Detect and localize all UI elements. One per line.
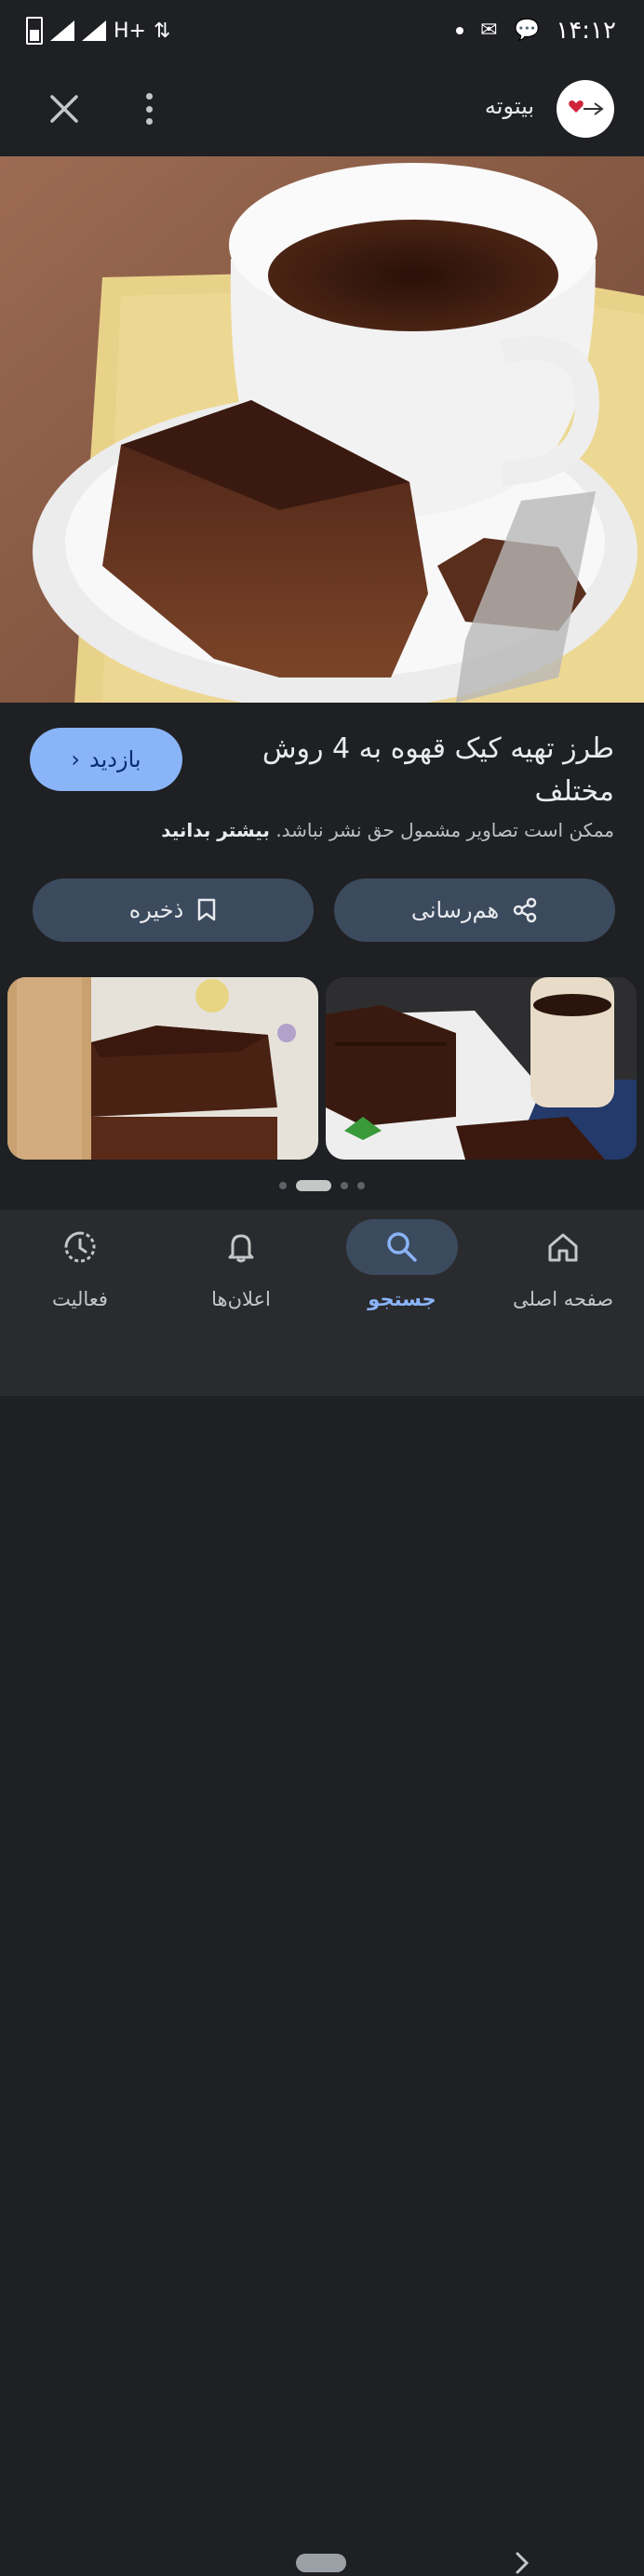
home-icon: [507, 1219, 619, 1275]
status-bar: H+ ⇅ ✉ 💬 ۱۴:۱۲: [0, 0, 644, 63]
page-dot: [341, 1182, 348, 1189]
page-dot: [279, 1182, 287, 1189]
save-button[interactable]: ذخیره: [33, 879, 314, 942]
more-options-icon[interactable]: [138, 89, 160, 128]
copyright-notice: ممکن است تصاویر مشمول حق نشر نباشد. بیشت…: [19, 819, 614, 841]
chat-icon: 💬: [514, 19, 540, 42]
nav-search[interactable]: جستجو: [332, 1219, 472, 1310]
notification-dot-icon: [456, 26, 464, 34]
save-label: ذخیره: [128, 897, 184, 923]
visit-button[interactable]: بازدید ‹: [30, 728, 182, 791]
brownie-photo: [7, 977, 318, 1160]
status-time: ۱۴:۱۲: [556, 17, 616, 45]
viewer-header: بیتوته: [0, 63, 644, 156]
signal-icon: [50, 20, 74, 41]
bell-icon: [185, 1219, 297, 1275]
page-dot: [357, 1182, 365, 1189]
page-indicator: [0, 1180, 644, 1191]
share-button[interactable]: هم‌رسانی: [334, 879, 615, 942]
coffee-cake-photo: [0, 156, 644, 703]
nav-activity-label: فعالیت: [52, 1288, 108, 1310]
nav-activity[interactable]: فعالیت: [10, 1219, 150, 1310]
search-icon: [346, 1219, 458, 1275]
nav-home[interactable]: صفحه اصلی: [493, 1219, 633, 1310]
share-icon: [513, 897, 537, 923]
data-arrows-icon: ⇅: [153, 19, 171, 43]
main-image[interactable]: [0, 156, 644, 703]
chevron-left-icon: ‹: [71, 746, 81, 772]
history-icon: [24, 1219, 136, 1275]
status-right-icons: ✉ 💬: [456, 19, 540, 42]
nav-home-label: صفحه اصلی: [512, 1288, 614, 1310]
chevron-right-icon[interactable]: [510, 2550, 532, 2576]
page-dot-active: [296, 1180, 331, 1191]
signal-icon-2: [82, 20, 106, 41]
nav-notifications-label: اعلان‌ها: [211, 1288, 271, 1310]
copyright-text: ممکن است تصاویر مشمول حق نشر نباشد.: [275, 819, 614, 841]
nav-search-label: جستجو: [368, 1288, 436, 1310]
bottom-navigation: صفحه اصلی جستجو اعلان‌ها فعالیت: [0, 1210, 644, 2574]
home-gesture-bar[interactable]: [296, 2554, 346, 2572]
learn-more-link[interactable]: بیشتر بدانید: [161, 819, 270, 841]
related-image-1[interactable]: [7, 977, 318, 1160]
heart-logo-icon: [569, 100, 604, 115]
share-label: هم‌رسانی: [410, 897, 500, 923]
visit-label: بازدید: [89, 746, 141, 772]
network-type: H+: [114, 19, 146, 43]
close-icon[interactable]: [45, 89, 84, 128]
status-left-icons: H+ ⇅: [26, 17, 170, 45]
site-logo[interactable]: [557, 80, 614, 138]
battery-icon: [26, 17, 43, 45]
related-image-2[interactable]: [326, 977, 637, 1160]
coffee-cake-slices-photo: [326, 977, 637, 1160]
nav-notifications[interactable]: اعلان‌ها: [171, 1219, 311, 1310]
bookmark-icon: [198, 898, 216, 921]
site-name[interactable]: بیتوته: [485, 93, 534, 119]
result-title: طرز تهیه کیک قهوه به 4 روش مختلف: [262, 732, 614, 808]
app-notification-icon: ✉: [480, 19, 498, 42]
